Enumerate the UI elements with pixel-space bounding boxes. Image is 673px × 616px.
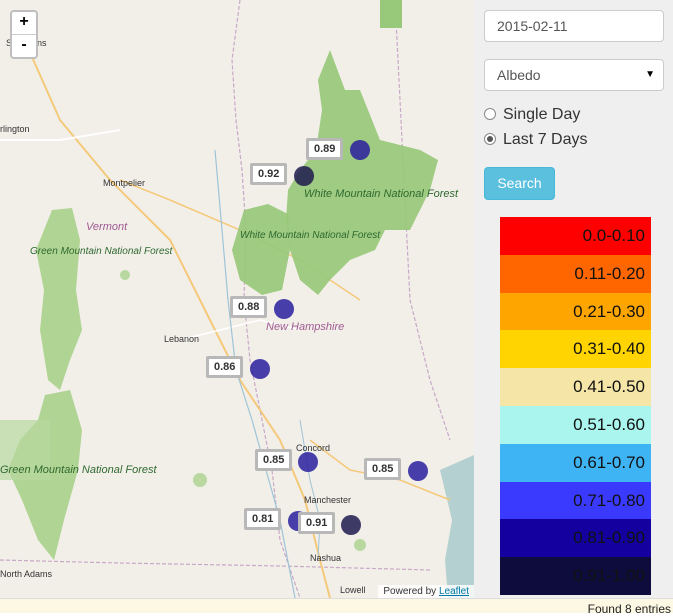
station-marker[interactable] xyxy=(341,515,361,535)
search-button[interactable]: Search xyxy=(484,167,555,200)
place-gmnf-south: Green Mountain National Forest xyxy=(0,464,157,476)
place-concord: Concord xyxy=(296,443,331,453)
radio-last-7-days[interactable]: Last 7 Days xyxy=(484,131,587,149)
station-label: 0.86 xyxy=(206,356,244,378)
station-label: 0.85 xyxy=(364,458,402,480)
station-label: 0.88 xyxy=(230,296,268,318)
station-label: 0.91 xyxy=(298,512,336,534)
legend-swatch: 0.71-0.80 xyxy=(500,481,651,520)
radio-last-7-days-label: Last 7 Days xyxy=(503,131,588,148)
station-marker[interactable] xyxy=(274,299,294,319)
variable-select[interactable]: Albedo ▼ xyxy=(484,59,664,91)
station-marker[interactable] xyxy=(250,359,270,379)
place-wmnf-west: White Mountain National Forest xyxy=(240,230,380,241)
station-marker[interactable] xyxy=(298,452,318,472)
legend-swatch: 0.21-0.30 xyxy=(500,292,651,331)
place-lebanon: Lebanon xyxy=(164,334,200,344)
place-burlington: rlington xyxy=(0,124,30,134)
zoom-out-button[interactable]: - xyxy=(12,35,36,57)
legend-swatch: 0.41-0.50 xyxy=(500,368,651,406)
radio-single-day-label: Single Day xyxy=(503,106,581,123)
place-nashua: Nashua xyxy=(310,553,342,563)
station-marker[interactable] xyxy=(350,140,370,160)
legend-swatch: 0.51-0.60 xyxy=(500,405,651,444)
map-attribution: Powered by Leaflet xyxy=(378,585,474,598)
station-label: 0.81 xyxy=(244,508,282,530)
variable-select-value: Albedo xyxy=(497,67,541,83)
place-north-adams: North Adams xyxy=(0,569,53,579)
station-marker[interactable] xyxy=(408,461,428,481)
legend-swatch: 0.31-0.40 xyxy=(500,330,651,369)
color-legend: 0.0-0.10 0.11-0.20 0.21-0.30 0.31-0.40 0.41-… xyxy=(500,217,651,595)
station-label: 0.89 xyxy=(306,138,344,160)
legend-swatch: 0.0-0.10 xyxy=(500,217,651,255)
caret-down-icon: ▼ xyxy=(645,69,655,80)
place-montpelier: Montpelier xyxy=(103,178,146,188)
station-label: 0.92 xyxy=(250,163,288,185)
station-marker[interactable] xyxy=(294,166,314,186)
place-new-hampshire: New Hampshire xyxy=(266,321,345,333)
leaflet-link[interactable]: Leaflet xyxy=(439,586,469,597)
radio-single-day[interactable]: Single Day xyxy=(484,106,580,124)
radio-icon[interactable] xyxy=(484,132,496,145)
date-input[interactable]: 2015-02-11 xyxy=(484,10,664,42)
attribution-text: Powered by xyxy=(383,586,437,597)
place-wmnf-east: White Mountain National Forest xyxy=(304,188,459,200)
place-lowell: Lowell xyxy=(340,585,366,595)
legend-swatch: 0.81-0.90 xyxy=(500,519,651,558)
legend-swatch: 0.91-1.00 xyxy=(500,557,651,595)
map[interactable]: St. Albans rlington Montpelier Vermont L… xyxy=(0,0,474,598)
zoom-control: + - xyxy=(10,10,38,59)
results-count: Found 8 entries xyxy=(587,602,671,616)
zoom-in-button[interactable]: + xyxy=(12,12,36,35)
place-manchester: Manchester xyxy=(304,495,352,505)
results-footer: Found 8 entries xyxy=(0,598,673,616)
sidebar: 2015-02-11 Albedo ▼ Single Day Last 7 Da… xyxy=(474,0,673,598)
legend-swatch: 0.61-0.70 xyxy=(500,443,651,482)
station-label: 0.85 xyxy=(255,449,293,471)
place-gmnf-north: Green Mountain National Forest xyxy=(30,246,173,257)
legend-swatch: 0.11-0.20 xyxy=(500,254,651,293)
place-vermont: Vermont xyxy=(86,221,128,233)
radio-icon[interactable] xyxy=(484,107,496,120)
